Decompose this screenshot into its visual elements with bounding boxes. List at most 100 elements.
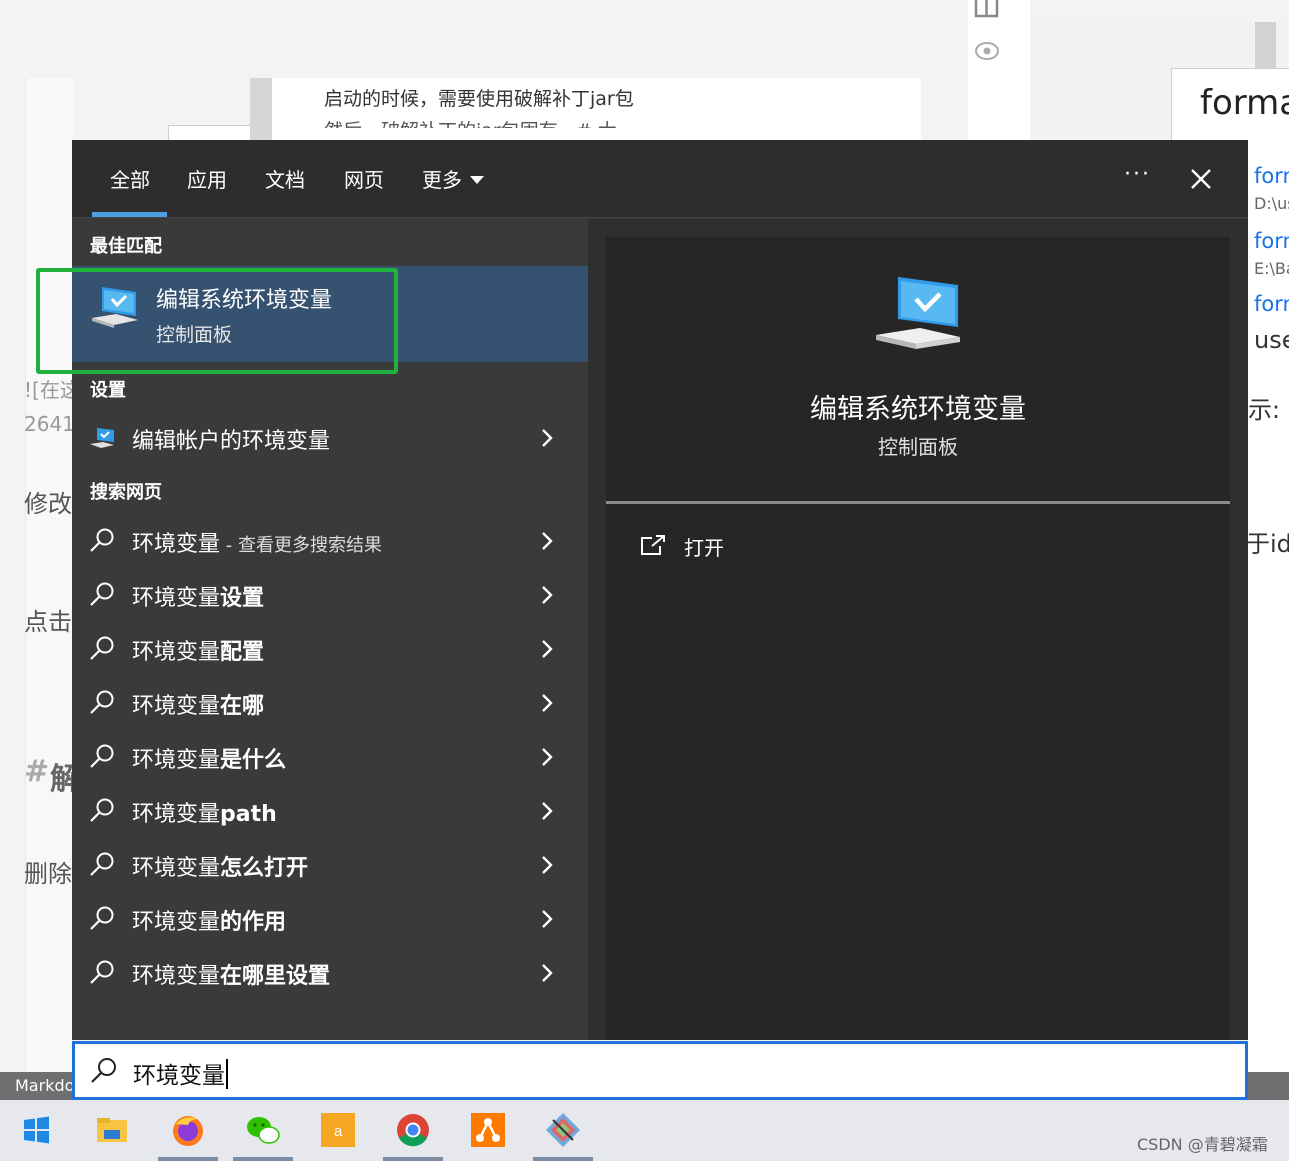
tab-documents[interactable]: 文档 — [265, 164, 305, 193]
web-result-label: 环境变量在哪里设置 — [132, 958, 330, 990]
sourcetree-icon[interactable] — [468, 1110, 508, 1150]
web-result-hint: - 查看更多搜索结果 — [220, 535, 382, 556]
web-result-item[interactable]: 环境变量的作用 — [72, 892, 588, 946]
chevron-right-icon[interactable] — [538, 692, 556, 714]
watermark: CSDN @青碧凝霜 — [1137, 1135, 1268, 1154]
web-result-label: 环境变量设置 — [132, 580, 264, 612]
eye-icon[interactable] — [974, 40, 1000, 62]
search-query: 环境变量 — [133, 1063, 225, 1089]
web-result-prefix: 环境变量 — [132, 586, 221, 611]
caret-down-icon — [470, 176, 484, 184]
search-icon — [90, 798, 114, 822]
chevron-right-icon[interactable] — [538, 962, 556, 984]
chrome-icon[interactable] — [393, 1110, 433, 1150]
text-cursor — [226, 1059, 228, 1089]
taskbar: a — [0, 1100, 1289, 1161]
result-link[interactable]: forn — [1254, 164, 1289, 188]
tab-apps[interactable]: 应用 — [187, 164, 227, 193]
search-icon — [90, 690, 114, 714]
search-tabs: 全部 应用 文档 网页 更多 ··· — [72, 140, 1248, 218]
editor-fragment: 点击 — [24, 608, 72, 636]
file-explorer-icon[interactable] — [92, 1110, 132, 1150]
editor-scrollbar — [1255, 22, 1276, 70]
chevron-right-icon[interactable] — [538, 427, 556, 449]
search-icon — [91, 1058, 116, 1083]
web-result-label: 环境变量在哪 — [132, 688, 264, 720]
web-result-item[interactable]: 环境变量是什么 — [72, 730, 588, 784]
editor-fragment: 2641 — [24, 412, 75, 436]
detail-title: 编辑系统环境变量 — [810, 394, 1026, 425]
chevron-right-icon[interactable] — [538, 800, 556, 822]
detail-actions: 打开 — [606, 504, 1230, 1040]
firefox-icon[interactable] — [168, 1110, 208, 1150]
web-result-item[interactable]: 环境变量在哪 — [72, 676, 588, 730]
web-result-label: 环境变量是什么 — [132, 742, 286, 774]
web-result-prefix: 环境变量 — [132, 802, 221, 827]
editor-fragment: # — [24, 754, 50, 789]
web-result-suffix: 设置 — [220, 586, 265, 611]
web-result-label: 环境变量怎么打开 — [132, 850, 308, 882]
web-result-prefix: 环境变量 — [132, 964, 221, 989]
web-result-item[interactable]: 环境变量path — [72, 784, 588, 838]
search-field-text: forma — [1200, 83, 1289, 123]
result-path: E:\Ba — [1254, 259, 1289, 278]
result-link[interactable]: forn — [1254, 229, 1289, 253]
web-result-prefix: 环境变量 — [132, 640, 221, 665]
detail-card: 编辑系统环境变量 控制面板 — [606, 237, 1230, 502]
search-icon — [90, 528, 114, 552]
tab-web[interactable]: 网页 — [344, 164, 384, 193]
editor-text-line: 然后，破解补丁的jar包固有...#.大 — [324, 116, 617, 128]
web-result-suffix: 在哪 — [220, 694, 265, 719]
web-result-suffix: 配置 — [220, 640, 265, 665]
web-result-item[interactable]: 环境变量设置 — [72, 568, 588, 622]
running-indicator — [158, 1157, 218, 1161]
running-indicator — [533, 1157, 593, 1161]
git-gui-icon[interactable] — [543, 1110, 583, 1150]
close-icon[interactable] — [1186, 164, 1216, 194]
web-result-suffix: 怎么打开 — [220, 856, 309, 881]
chevron-right-icon[interactable] — [538, 908, 556, 930]
open-label: 打开 — [684, 536, 724, 560]
web-result-label: 环境变量配置 — [132, 634, 264, 666]
editor-search-field: forma — [1171, 68, 1289, 148]
open-button[interactable]: 打开 — [640, 532, 840, 562]
chevron-right-icon[interactable] — [538, 530, 556, 552]
search-box[interactable]: 环境变量 — [72, 1041, 1248, 1100]
chevron-right-icon[interactable] — [538, 854, 556, 876]
search-input[interactable]: 环境变量 — [133, 1056, 228, 1090]
active-tab-indicator — [92, 212, 167, 217]
orange-app-icon[interactable]: a — [318, 1110, 358, 1150]
annotation-highlight-box — [36, 268, 398, 374]
web-result-item[interactable]: 环境变量配置 — [72, 622, 588, 676]
result-text: 于id — [1248, 530, 1289, 558]
windows-start-icon[interactable] — [16, 1110, 56, 1150]
detail-subtitle: 控制面板 — [878, 435, 958, 459]
wechat-icon[interactable] — [243, 1110, 283, 1150]
editor-side-toolbar — [968, 0, 1030, 140]
chevron-right-icon[interactable] — [538, 746, 556, 768]
web-result-item[interactable]: 环境变量在哪里设置 — [72, 946, 588, 1000]
web-result-item[interactable]: 环境变量 - 查看更多搜索结果 — [72, 514, 588, 568]
settings-item-label: 编辑帐户的环境变量 — [132, 429, 331, 454]
chevron-right-icon[interactable] — [538, 584, 556, 606]
settings-item[interactable]: 编辑帐户的环境变量 — [72, 411, 588, 465]
editor-fragment: 修改 — [24, 490, 72, 518]
running-indicator — [233, 1157, 293, 1161]
editor-right-results: forn D:\us forn E:\Ba forn use 示: 于id — [1248, 140, 1289, 1072]
status-bar-label: Markdo — [15, 1076, 75, 1095]
tab-all[interactable]: 全部 — [110, 164, 150, 193]
chevron-right-icon[interactable] — [538, 638, 556, 660]
web-result-prefix: 环境变量 — [132, 694, 221, 719]
web-result-label: 环境变量的作用 — [132, 904, 286, 936]
editor-left-panel — [25, 78, 73, 1072]
monitor-check-icon — [876, 277, 960, 349]
tab-more-label: 更多 — [422, 168, 462, 192]
tab-more[interactable]: 更多 — [422, 164, 484, 193]
search-icon — [90, 582, 114, 606]
web-result-suffix: 在哪里设置 — [220, 964, 331, 989]
result-link[interactable]: forn — [1254, 292, 1289, 312]
web-result-item[interactable]: 环境变量怎么打开 — [72, 838, 588, 892]
svg-text:a: a — [334, 1123, 343, 1140]
more-options-button[interactable]: ··· — [1124, 162, 1151, 187]
layout-icon[interactable] — [974, 0, 1000, 20]
